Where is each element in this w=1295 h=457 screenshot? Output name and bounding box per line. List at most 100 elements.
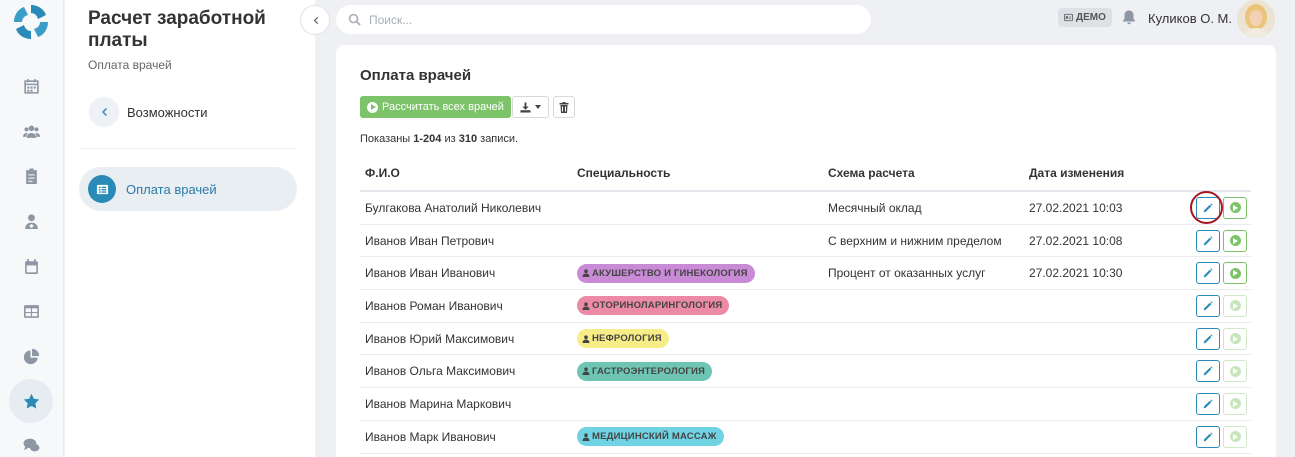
calculate-all-button[interactable]: Рассчитать всех врачей	[360, 96, 511, 118]
specialty-label: ОТОРИНОЛАРИНГОЛОГИЯ	[592, 300, 723, 312]
calculate-button[interactable]	[1223, 229, 1247, 252]
specialty-cell: НЕФРОЛОГИЯ	[572, 329, 823, 349]
calculate-button[interactable]	[1223, 392, 1247, 415]
doctor-name: Булгакова Анатолий Николевич	[365, 200, 542, 215]
table-row: Иванов Марина Маркович	[360, 388, 1251, 421]
play-circle-icon	[1229, 202, 1241, 214]
app-logo[interactable]	[12, 3, 50, 41]
specialty-label: НЕФРОЛОГИЯ	[592, 333, 662, 345]
summary-mid: из	[441, 133, 459, 145]
table-row: Булгакова Анатолий Николевич Месячный окл…	[360, 192, 1251, 225]
play-circle-icon	[1229, 398, 1241, 410]
clipboard-icon[interactable]	[14, 159, 48, 193]
star-icon[interactable]	[9, 379, 53, 423]
users-icon[interactable]	[14, 114, 48, 148]
doctor-name: Иванов Роман Иванович	[365, 298, 503, 313]
list-icon	[88, 175, 116, 203]
date-cell: 27.02.2021 10:30	[1029, 266, 1123, 281]
play-circle-icon	[1229, 267, 1241, 279]
avatar[interactable]	[1237, 0, 1275, 38]
edit-button[interactable]	[1196, 327, 1220, 350]
doctor-name: Иванов Марина Маркович	[365, 396, 512, 411]
actions-cell	[1189, 262, 1251, 285]
edit-button[interactable]	[1196, 360, 1220, 383]
edit-button[interactable]	[1196, 425, 1220, 448]
play-circle-icon	[1229, 365, 1241, 377]
table-header: Ф.И.О Специальность Схема расчета Дата и…	[360, 155, 1251, 192]
user-md-icon	[582, 269, 590, 278]
demo-badge: ДЕМО	[1058, 8, 1112, 27]
pencil-icon	[1203, 432, 1213, 441]
collapse-sidebar-button[interactable]	[300, 5, 330, 35]
table-row: Иванов Ольга Максимович ГАСТРОЭНТЕРОЛОГИЯ	[360, 355, 1251, 389]
download-icon	[520, 101, 531, 113]
sidebar-divider	[79, 148, 295, 149]
pencil-icon	[1203, 366, 1213, 376]
specialty-badge: НЕФРОЛОГИЯ	[577, 329, 669, 349]
caret-down-icon	[535, 105, 541, 109]
doctor-name: Иванов Ольга Максимович	[365, 364, 516, 379]
calculate-all-label: Рассчитать всех врачей	[382, 101, 504, 113]
edit-button[interactable]	[1196, 392, 1220, 415]
specialty-cell: МЕДИЦИНСКИЙ МАССАЖ	[572, 427, 823, 447]
calculate-button[interactable]	[1223, 360, 1247, 383]
summary-suffix: записи.	[477, 133, 519, 145]
play-circle-icon	[367, 101, 378, 113]
actions-cell	[1189, 392, 1251, 415]
download-dropdown-button[interactable]	[512, 96, 549, 118]
specialty-badge: МЕДИЦИНСКИЙ МАССАЖ	[577, 427, 724, 447]
calendar-icon[interactable]	[14, 69, 48, 103]
pencil-icon	[1203, 268, 1213, 278]
date-cell: 27.02.2021 10:03	[1029, 200, 1123, 215]
specialty-label: АКУШЕРСТВО И ГИНЕКОЛОГИЯ	[592, 267, 748, 279]
user-md-icon	[582, 433, 590, 441]
id-card-icon	[1064, 13, 1073, 22]
calculate-button[interactable]	[1223, 196, 1247, 219]
calculate-button[interactable]	[1223, 425, 1247, 448]
column-header-specialty[interactable]: Специальность	[572, 166, 823, 180]
table-row: Иванов Иван Иванович АКУШЕРСТВО И ГИНЕКОЛ…	[360, 257, 1251, 291]
pencil-icon	[1203, 399, 1213, 409]
calculate-button[interactable]	[1223, 294, 1247, 317]
sidebar-item-label: Оплата врачей	[126, 181, 217, 197]
date-cell: 27.02.2021 10:08	[1029, 233, 1123, 248]
scheme-cell: Месячный оклад	[828, 200, 922, 215]
user-name[interactable]: Куликов О. М.	[1148, 11, 1232, 26]
search-input[interactable]	[369, 12, 849, 27]
play-circle-icon	[1229, 333, 1241, 345]
pencil-icon	[1203, 301, 1213, 311]
table-row: Иванов Марк Иванович МЕДИЦИНСКИЙ МАССАЖ	[360, 421, 1251, 454]
table-icon[interactable]	[14, 294, 48, 328]
summary-prefix: Показаны	[360, 133, 414, 145]
notifications-bell-icon[interactable]	[1121, 9, 1139, 27]
column-header-date[interactable]: Дата изменения	[1024, 166, 1189, 180]
back-to-features[interactable]: Возможности	[89, 97, 208, 127]
pencil-icon	[1203, 333, 1213, 343]
doctor-icon[interactable]	[14, 204, 48, 238]
records-summary: Показаны 1-204 из 310 записи.	[360, 133, 518, 145]
calculate-button[interactable]	[1223, 262, 1247, 285]
edit-button[interactable]	[1196, 229, 1220, 252]
comments-icon[interactable]	[14, 428, 48, 457]
sidebar-subtitle: Оплата врачей	[88, 58, 172, 72]
scheme-cell: Процент от оказанных услуг	[828, 266, 986, 281]
sidebar-item-doctor-payment[interactable]: Оплата врачей	[79, 167, 297, 211]
edit-button[interactable]	[1196, 294, 1220, 317]
actions-cell	[1189, 425, 1251, 448]
column-header-scheme[interactable]: Схема расчета	[823, 166, 1024, 180]
search-bar[interactable]	[336, 5, 871, 34]
calendar-alt-icon[interactable]	[14, 249, 48, 283]
specialty-badge: ГАСТРОЭНТЕРОЛОГИЯ	[577, 361, 713, 381]
specialty-badge: ОТОРИНОЛАРИНГОЛОГИЯ	[577, 296, 730, 316]
calculate-button[interactable]	[1223, 327, 1247, 350]
play-circle-icon	[1229, 431, 1241, 443]
column-header-name[interactable]: Ф.И.О	[360, 166, 572, 180]
chevron-left-icon[interactable]	[89, 97, 119, 127]
delete-button[interactable]	[553, 96, 575, 118]
actions-cell	[1189, 327, 1251, 350]
pie-chart-icon[interactable]	[14, 339, 48, 373]
highlight-circle	[1190, 191, 1223, 224]
icon-rail	[0, 0, 64, 457]
main-card: Оплата врачей Рассчитать всех врачей Пок…	[336, 45, 1276, 457]
edit-button[interactable]	[1196, 262, 1220, 285]
